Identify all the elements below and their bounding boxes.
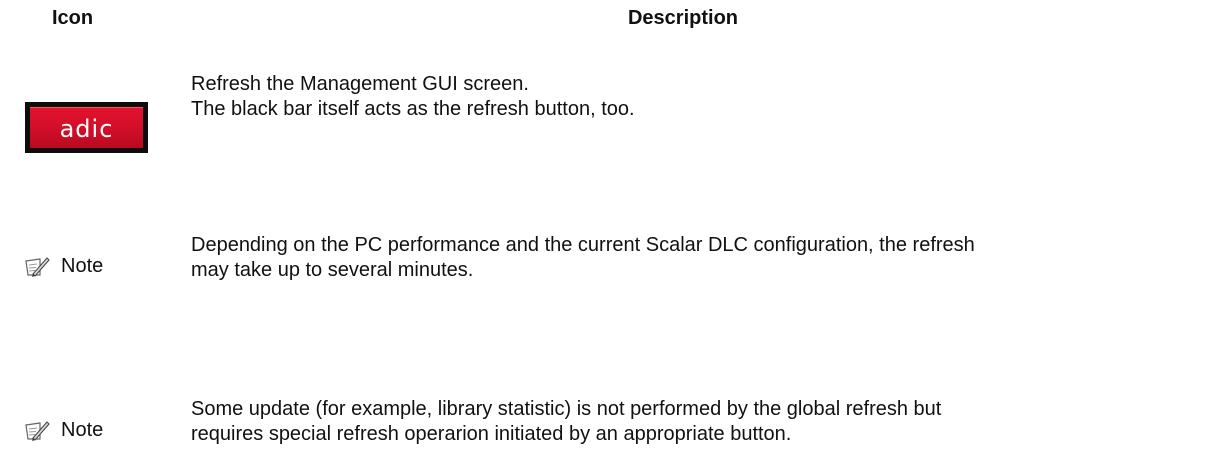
note-pencil-icon [25,420,50,441]
column-header-description: Description [627,7,739,29]
adic-logo-text: adic [59,115,114,143]
note-label: Note [24,255,103,278]
refresh-description: Refresh the Management GUI screen. The b… [191,72,635,122]
note-description: Depending on the PC performance and the … [191,233,1221,283]
description-line: requires special refresh operarion initi… [191,423,792,445]
note-label-text: Note [61,255,104,277]
note-pencil-icon [25,256,50,277]
refresh-button[interactable]: adic [25,102,148,153]
adic-logo-icon: adic [30,107,143,148]
note-label: Note [24,419,103,442]
note-description: Some update (for example, library statis… [191,397,1221,447]
description-line: may take up to several minutes. [191,259,474,281]
description-line: Refresh the Management GUI screen. [191,73,529,95]
description-line: Some update (for example, library statis… [191,398,942,420]
description-line: Depending on the PC performance and the … [191,234,975,256]
note-label-text: Note [61,419,104,441]
description-line: The black bar itself acts as the refresh… [191,98,635,120]
